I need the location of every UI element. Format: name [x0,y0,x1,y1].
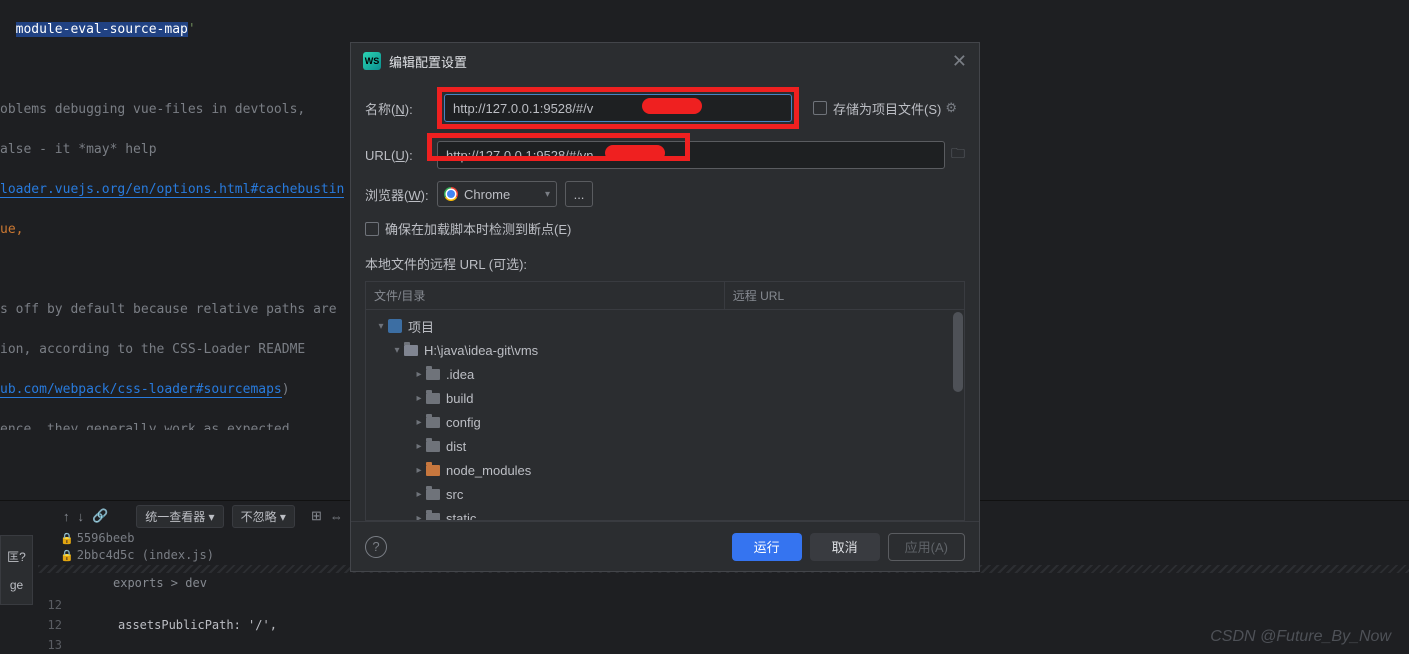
close-icon[interactable]: ✕ [952,51,967,72]
chevron-down-icon[interactable]: ▾ [390,345,404,356]
dialog-title: 编辑配置设置 [389,52,467,71]
tree-folder[interactable]: ▸static [366,506,964,520]
chrome-icon [444,187,458,201]
folder-icon [426,465,440,476]
up-icon[interactable]: ↑ [63,509,70,524]
dialog-titlebar[interactable]: WS 编辑配置设置 ✕ [351,43,979,79]
highlight-icon[interactable]: ⊞ [311,508,322,524]
apply-button[interactable]: 应用(A) [888,533,965,561]
folder-icon [426,417,440,428]
dialog-footer: ? 运行 取消 应用(A) [351,521,979,571]
chevron-right-icon[interactable]: ▸ [412,489,426,500]
doc-link[interactable]: ub.com/webpack/css-loader#sourcemaps [0,382,282,398]
chevron-right-icon[interactable]: ▸ [412,369,426,380]
browser-label: 浏览器(W): [365,185,437,204]
tree-folder[interactable]: ▸node_modules [366,458,964,482]
tree-folder[interactable]: ▸.idea [366,362,964,386]
lock-icon: 🔒 [60,549,74,562]
chevron-down-icon: ▾ [545,189,550,200]
tree-folder[interactable]: ▸config [366,410,964,434]
redaction [605,145,665,161]
folder-icon [426,489,440,500]
tree-folder[interactable]: ▸dist [366,434,964,458]
checkbox-icon[interactable] [813,101,827,115]
folder-icon [426,369,440,380]
ignore-dropdown[interactable]: 不忽略 ▾ [232,505,295,528]
redaction [642,98,702,114]
chevron-right-icon[interactable]: ▸ [412,393,426,404]
col-remote-url[interactable]: 远程 URL [725,282,792,309]
breadcrumb[interactable]: exports > dev [40,573,1409,593]
collapse-icon[interactable]: ⇔ [330,509,343,524]
help-icon[interactable]: ? [365,536,387,558]
col-file[interactable]: 文件/目录 [366,282,725,309]
folder-icon[interactable]: 🗀 [951,143,965,167]
scrollbar-thumb[interactable] [953,312,963,392]
doc-link[interactable]: loader.vuejs.org/en/options.html#cachebu… [0,182,344,198]
watermark: CSDN @Future_By_Now [1210,628,1391,646]
tree-root[interactable]: ▾ 项目 [366,314,964,338]
project-icon [388,319,402,333]
scrollbar[interactable] [952,310,964,520]
browser-more-button[interactable]: ... [565,181,593,207]
folder-icon [426,441,440,452]
folder-icon [426,393,440,404]
browser-dropdown[interactable]: Chrome ▾ [437,181,557,207]
link-icon[interactable]: 🔗 [92,508,108,524]
chevron-right-icon[interactable]: ▸ [412,465,426,476]
tree-folder[interactable]: ▸build [366,386,964,410]
diff-code: exports > dev 12 12assetsPublicPath: '/'… [40,573,1409,654]
chevron-right-icon[interactable]: ▸ [412,441,426,452]
selected-text: module-eval-source-map [16,22,188,37]
left-tab[interactable]: 匡? ge [0,535,33,605]
folder-icon [404,345,418,356]
run-button[interactable]: 运行 [732,533,802,561]
tree-header: 文件/目录 远程 URL [366,282,964,310]
commit-item[interactable]: 🔒2bbc4d5c (index.js) [60,548,214,562]
name-input[interactable] [444,94,792,122]
diff-line: 12 12assetsPublicPath: '/', [40,595,1409,635]
folder-icon [426,513,440,521]
chevron-right-icon[interactable]: ▸ [412,417,426,428]
ensure-breakpoints-checkbox[interactable]: 确保在加载脚本时检测到断点(E) [365,219,571,238]
chevron-down-icon[interactable]: ▾ [374,321,388,332]
commit-item[interactable]: 🔒5596beeb [60,531,214,545]
cancel-button[interactable]: 取消 [810,533,880,561]
chevron-right-icon[interactable]: ▸ [412,513,426,521]
webstorm-icon: WS [363,52,381,70]
file-tree: 文件/目录 远程 URL ▾ 项目 ▾ H:\java\idea-git\vms… [365,281,965,521]
remote-url-label: 本地文件的远程 URL (可选): [365,254,965,273]
store-as-project-file[interactable]: 存储为项目文件(S) ⚙ [813,99,957,118]
lock-icon: 🔒 [60,532,74,545]
tree-path[interactable]: ▾ H:\java\idea-git\vms [366,338,964,362]
edit-config-dialog: WS 编辑配置设置 ✕ 名称(N): 存储为项目文件(S) ⚙ URL(U): … [350,42,980,572]
commit-list: 🔒5596beeb 🔒2bbc4d5c (index.js) [60,531,214,565]
name-label: 名称(N): [365,99,437,118]
diff-line: 13 13proxyTable: {}, [40,635,1409,654]
gear-icon[interactable]: ⚙ [945,100,957,116]
viewer-mode-dropdown[interactable]: 统一查看器 ▾ [136,505,223,528]
down-icon[interactable]: ↓ [78,509,85,524]
tree-scroll[interactable]: ▾ 项目 ▾ H:\java\idea-git\vms ▸.idea ▸buil… [366,310,964,520]
tree-folder[interactable]: ▸src [366,482,964,506]
checkbox-icon[interactable] [365,222,379,236]
